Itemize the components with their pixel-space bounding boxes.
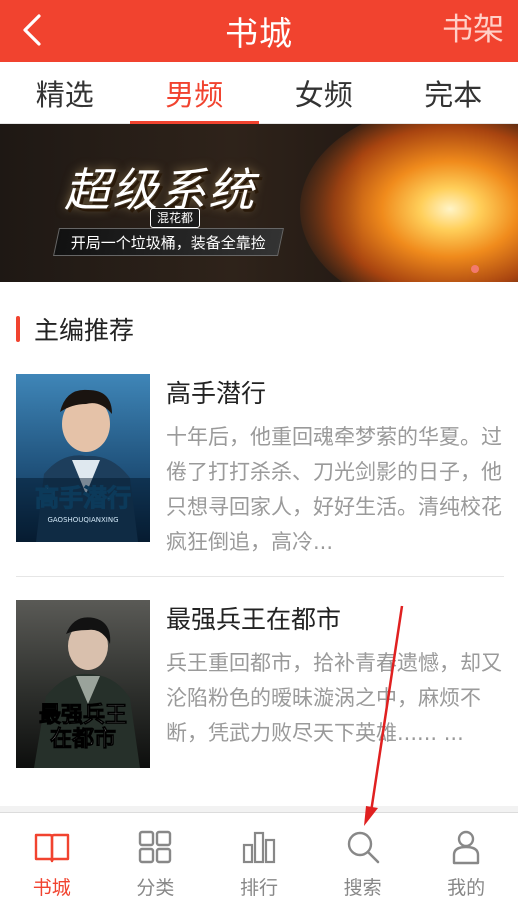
chevron-left-icon	[23, 14, 41, 46]
back-button[interactable]	[12, 8, 52, 52]
book-description: 十年后，他重回魂牵梦萦的华夏。过倦了打打杀杀、刀光剑影的日子，他只想寻回家人，好…	[166, 425, 502, 554]
book-title[interactable]: 最强兵王在都市	[166, 600, 341, 636]
cover-title-text: 高手潜行	[35, 484, 131, 512]
nav-profile[interactable]: 我的	[414, 813, 518, 900]
nav-label: 搜索	[343, 877, 382, 899]
tab-female[interactable]: 女频	[259, 62, 389, 123]
page-title: 书城	[225, 14, 293, 53]
bookshelf-button[interactable]: 书架	[442, 8, 504, 52]
book-cover[interactable]: 最强兵王 在都市	[16, 600, 150, 768]
book-icon	[34, 833, 69, 863]
nav-ranking[interactable]: 排行	[207, 813, 311, 900]
search-icon	[347, 831, 379, 864]
bar-chart-icon	[242, 831, 276, 864]
carousel-indicator-dot	[471, 265, 479, 273]
nav-category[interactable]: 分类	[104, 813, 208, 900]
nav-label: 分类	[136, 877, 175, 899]
book-item[interactable]: 最强兵王 在都市 最强兵王在都市 兵王重回都市，拾补青春遗憾，却又沦陷粉色的暧昧…	[16, 600, 504, 790]
book-description: 兵王重回都市，拾补青春遗憾，却又沦陷粉色的暧昧漩涡之中，麻烦不断，凭武力败尽天下…	[166, 651, 502, 745]
bottom-navigation: 书城 分类 排行 搜索 我的	[0, 812, 518, 900]
tab-featured[interactable]: 精选	[0, 62, 130, 123]
nav-bookstore[interactable]: 书城	[0, 813, 104, 900]
divider	[16, 576, 504, 577]
promo-banner[interactable]: 超级系统 混花都 开局一个垃圾桶，装备全靠捡	[0, 124, 518, 282]
nav-search[interactable]: 搜索	[311, 813, 415, 900]
cover-title-text-2: 在都市	[50, 726, 116, 752]
banner-tagline: 开局一个垃圾桶，装备全靠捡	[53, 228, 284, 256]
person-icon	[452, 830, 480, 865]
category-tabs: 精选 男频 女频 完本	[0, 62, 518, 124]
section-header: 主编推荐	[16, 312, 134, 346]
nav-label: 我的	[447, 877, 486, 899]
tab-male[interactable]: 男频	[129, 62, 260, 124]
cover-title-text: 最强兵王	[39, 703, 127, 728]
tab-completed[interactable]: 完本	[389, 62, 518, 123]
book-cover[interactable]: 高手潜行 GAOSHOUQIANXING	[16, 374, 150, 542]
nav-label: 排行	[239, 877, 278, 899]
book-item[interactable]: 高手潜行 GAOSHOUQIANXING 高手潜行 十年后，他重回魂牵梦萦的华夏…	[16, 374, 504, 564]
section-accent-bar	[16, 316, 20, 342]
top-header: 书城 书架	[0, 0, 518, 62]
section-title: 主编推荐	[34, 316, 135, 345]
grid-icon	[139, 830, 172, 864]
cover-art: 高手潜行 GAOSHOUQIANXING	[16, 374, 150, 542]
banner-badge: 混花都	[150, 208, 201, 228]
nav-label: 书城	[32, 877, 71, 899]
book-title[interactable]: 高手潜行	[166, 374, 266, 410]
cover-subtitle-text: GAOSHOUQIANXING	[47, 516, 118, 524]
cover-art: 最强兵王 在都市	[16, 600, 150, 768]
